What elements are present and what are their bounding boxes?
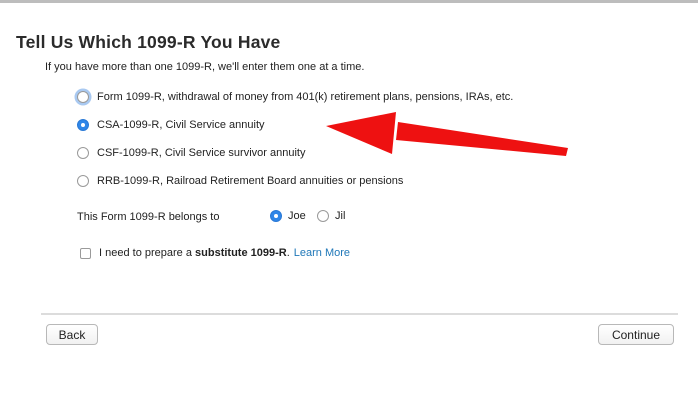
owner-option-joe[interactable]: Joe [270,210,306,222]
radio-label: Form 1099-R, withdrawal of money from 40… [97,91,514,103]
arrow-shaft [396,122,568,156]
page-subtitle: If you have more than one 1099-R, we'll … [45,61,365,73]
owner-label: This Form 1099-R belongs to [77,211,220,223]
substitute-checkbox[interactable] [80,247,91,259]
substitute-label-suffix: . [286,247,290,259]
radio-button[interactable] [77,91,89,103]
radio-button[interactable] [77,119,89,131]
page: Tell Us Which 1099-R You Have If you hav… [0,0,698,420]
radio-label: CSF-1099-R, Civil Service survivor annui… [97,147,306,159]
radio-button[interactable] [77,147,89,159]
radio-option-rrb-1099r[interactable]: RRB-1099-R, Railroad Retirement Board an… [77,175,403,187]
back-button[interactable]: Back [46,324,98,345]
radio-button[interactable] [77,175,89,187]
owner-option-jil[interactable]: Jil [317,210,345,222]
radio-option-csf-1099r[interactable]: CSF-1099-R, Civil Service survivor annui… [77,147,305,159]
substitute-label: I need to prepare a substitute 1099-R. [99,247,290,259]
continue-button[interactable]: Continue [598,324,674,345]
top-border [0,0,698,3]
radio-label: CSA-1099-R, Civil Service annuity [97,119,265,131]
learn-more-link[interactable]: Learn More [294,247,350,259]
substitute-label-prefix: I need to prepare a [99,247,196,259]
owner-option-label: Joe [288,210,306,222]
substitute-checkbox-row[interactable]: I need to prepare a substitute 1099-R. L… [80,247,350,259]
divider [41,313,678,315]
radio-label: RRB-1099-R, Railroad Retirement Board an… [97,175,404,187]
arrow-head [326,112,396,154]
radio-option-csa-1099r[interactable]: CSA-1099-R, Civil Service annuity [77,119,265,131]
page-title: Tell Us Which 1099-R You Have [16,32,281,52]
substitute-label-bold: substitute 1099-R [195,247,287,259]
radio-button[interactable] [270,210,282,222]
radio-button[interactable] [317,210,329,222]
radio-option-form-1099r[interactable]: Form 1099-R, withdrawal of money from 40… [77,91,513,103]
owner-option-label: Jil [335,210,346,222]
